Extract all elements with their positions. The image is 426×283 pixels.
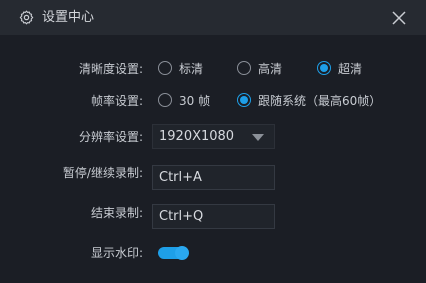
stop-hotkey-value: Ctrl+Q xyxy=(159,209,204,224)
stop-hotkey-label: 结束录制: xyxy=(90,206,143,220)
resolution-value: 1920X1080 xyxy=(159,129,235,144)
clarity-label: 清晰度设置: xyxy=(78,62,143,76)
pause-hotkey-input[interactable]: Ctrl+A xyxy=(152,165,275,190)
clarity-radio-hd[interactable] xyxy=(237,61,251,75)
resolution-label: 分辨率设置: xyxy=(78,130,143,144)
clarity-radio-sd[interactable] xyxy=(158,61,172,75)
watermark-label: 显示水印: xyxy=(90,246,143,260)
clarity-option-sd[interactable]: 标清 xyxy=(179,62,203,76)
stop-hotkey-input[interactable]: Ctrl+Q xyxy=(152,204,275,229)
clarity-option-uhd[interactable]: 超清 xyxy=(338,62,362,76)
resolution-select[interactable]: 1920X1080 xyxy=(152,124,275,149)
toggle-knob xyxy=(175,246,189,260)
settings-window: 设置中心 清晰度设置: 标清 高清 超清 帧率设置: 30 帧 跟随系统（最高6… xyxy=(0,0,426,283)
gear-icon xyxy=(19,10,34,25)
clarity-option-hd[interactable]: 高清 xyxy=(258,62,282,76)
framerate-radio-system[interactable] xyxy=(237,93,251,107)
framerate-radio-30[interactable] xyxy=(158,93,172,107)
pause-hotkey-value: Ctrl+A xyxy=(159,170,202,185)
window-title: 设置中心 xyxy=(42,10,95,25)
framerate-label: 帧率设置: xyxy=(90,94,143,108)
clarity-radio-uhd[interactable] xyxy=(317,61,331,75)
framerate-option-system[interactable]: 跟随系统（最高60帧） xyxy=(258,94,381,108)
title-bar: 设置中心 xyxy=(0,0,426,35)
watermark-toggle[interactable] xyxy=(158,246,189,260)
framerate-option-30[interactable]: 30 帧 xyxy=(179,94,210,108)
close-icon[interactable] xyxy=(389,8,409,28)
chevron-down-icon xyxy=(252,134,264,141)
pause-hotkey-label: 暂停/继续录制: xyxy=(62,166,143,180)
